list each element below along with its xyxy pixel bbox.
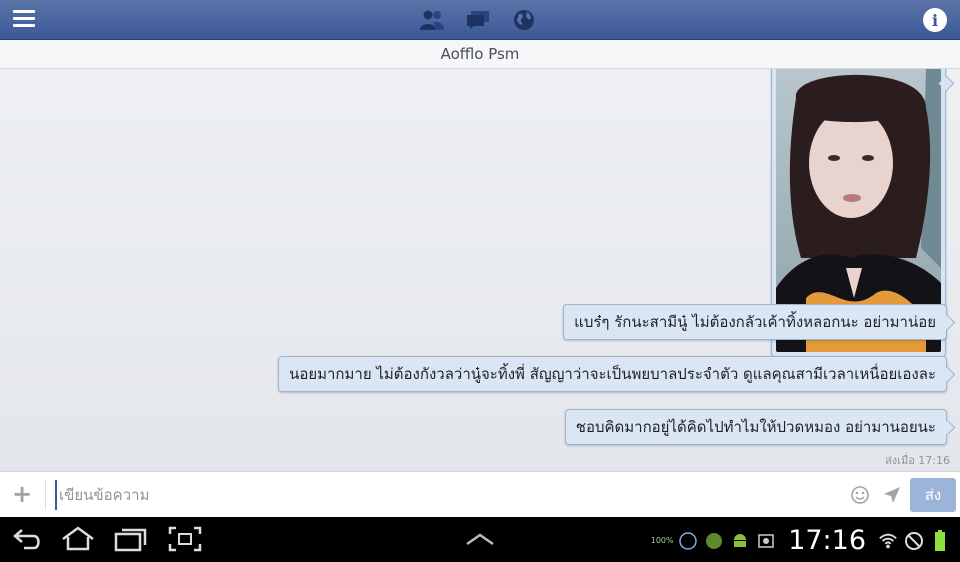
top-bar: i	[0, 0, 960, 40]
messages-icon[interactable]	[464, 7, 492, 33]
emoji-icon[interactable]	[850, 485, 870, 505]
home-icon[interactable]	[60, 526, 96, 556]
composer-divider	[45, 480, 46, 510]
message-composer: + ส่ง	[0, 471, 960, 517]
battery-percent-text: 100%	[650, 536, 674, 545]
no-signal-icon	[904, 531, 924, 551]
wifi-icon	[878, 531, 898, 551]
gallery-icon	[756, 531, 776, 551]
system-clock: 17:16	[788, 525, 866, 556]
message-bubble[interactable]: แบร๋ๆ รักนะสามีนู๋ ไม่ต้องกลัวเค้าทิ้งหล…	[563, 304, 947, 340]
recent-apps-icon[interactable]	[114, 526, 148, 556]
screenshot-icon[interactable]	[168, 526, 202, 556]
system-navigation-bar: 100% 17:16	[0, 517, 960, 562]
info-button[interactable]: i	[923, 8, 947, 32]
jewel-bar	[418, 7, 538, 33]
notification-badge-icon	[678, 531, 698, 551]
sent-timestamp: ส่งเมื่อ 17:16	[885, 454, 950, 467]
conversation-title: Aofflo Psm	[0, 40, 960, 69]
hamburger-menu-icon[interactable]	[13, 10, 35, 30]
message-input[interactable]	[55, 480, 835, 510]
globe-icon[interactable]	[510, 7, 538, 33]
location-icon[interactable]	[882, 485, 902, 505]
friends-icon[interactable]	[418, 7, 446, 33]
chevron-up-icon[interactable]	[465, 531, 495, 550]
back-icon[interactable]	[12, 526, 44, 556]
app-icon	[704, 531, 724, 551]
android-icon	[730, 531, 750, 551]
add-attachment-button[interactable]: +	[12, 482, 32, 506]
send-button[interactable]: ส่ง	[910, 478, 956, 512]
message-bubble[interactable]: นอยมากมาย ไม่ต้องกังวลว่านู๋จะทิ้งพี่ สั…	[278, 356, 947, 392]
status-bar: 100% 17:16	[650, 525, 950, 556]
message-bubble[interactable]: ชอบคิดมากอยู่ได้คิดไปทำไมให้ปวดหมอง อย่า…	[564, 409, 947, 445]
battery-icon	[930, 529, 950, 551]
chat-area[interactable]: แบร๋ๆ รักนะสามีนู๋ ไม่ต้องกลัวเค้าทิ้งหล…	[0, 69, 960, 471]
info-icon: i	[931, 10, 939, 30]
battery-saver-icon: 100%	[650, 531, 674, 551]
